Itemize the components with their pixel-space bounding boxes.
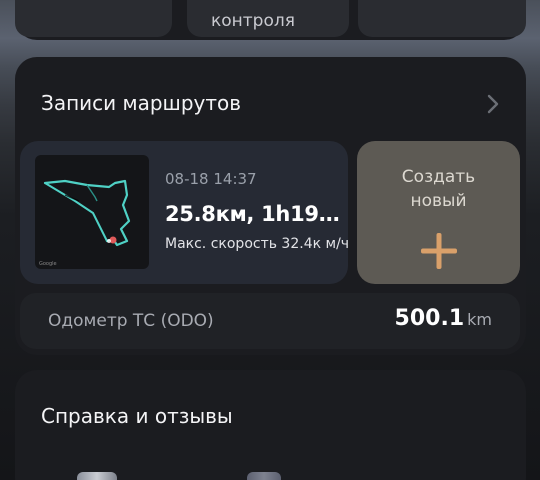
quick-action-tile-1[interactable] xyxy=(15,0,172,37)
message-icon[interactable] xyxy=(247,472,281,480)
quick-actions-card: контроля xyxy=(15,0,526,40)
chevron-right-icon[interactable] xyxy=(484,93,502,115)
odometer-value: 500.1 xyxy=(394,306,465,331)
route-date: 08-18 14:37 xyxy=(165,170,257,188)
route-map-thumbnail: Google xyxy=(35,155,149,269)
map-watermark: Google xyxy=(39,261,57,267)
route-record-item[interactable]: Google 08-18 14:37 25.8км, 1h19… Макс. с… xyxy=(20,141,349,284)
route-summary: 25.8км, 1h19… xyxy=(165,202,340,226)
odometer-row[interactable]: Одометр ТС (ODO) 500.1 km xyxy=(20,293,520,349)
quick-action-tile-3[interactable] xyxy=(358,0,526,37)
route-records-card: Записи маршрутов Google 08-18 14:37 25.8… xyxy=(15,57,526,355)
quick-action-tile-2[interactable]: контроля xyxy=(187,0,349,37)
route-records-title: Записи маршрутов xyxy=(41,91,242,115)
odometer-reading: 500.1 km xyxy=(395,306,492,331)
plus-icon xyxy=(421,233,457,269)
odometer-label: Одометр ТС (ODO) xyxy=(48,311,214,331)
help-feedback-title: Справка и отзывы xyxy=(41,404,233,428)
create-new-route-button[interactable]: Создать новый xyxy=(357,141,520,284)
route-max-speed: Макс. скорость 32.4к м/ч xyxy=(165,236,350,252)
quick-action-label-2: контроля xyxy=(211,11,295,31)
odometer-unit: km xyxy=(467,310,492,329)
document-icon[interactable] xyxy=(77,472,117,480)
help-feedback-card: Справка и отзывы xyxy=(15,370,526,480)
route-path-map: Google xyxy=(39,179,131,267)
create-new-label: Создать новый xyxy=(401,167,476,211)
